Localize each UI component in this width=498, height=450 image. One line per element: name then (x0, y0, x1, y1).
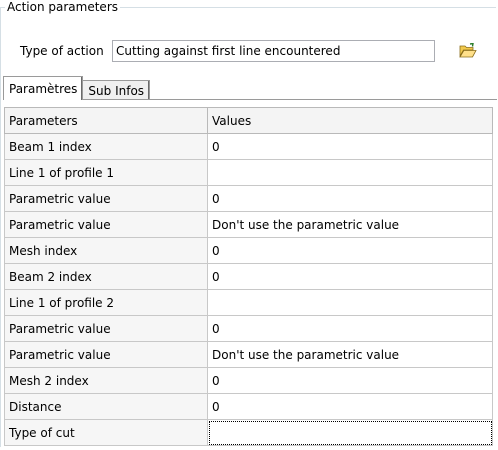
param-cell[interactable]: Beam 1 index (4, 133, 208, 160)
value-cell[interactable] (207, 159, 493, 186)
param-cell[interactable]: Distance (4, 393, 208, 420)
param-cell[interactable]: Parametric value (4, 341, 208, 368)
table-row[interactable]: Parametric value 0 (4, 185, 493, 212)
value-cell[interactable]: 0 (207, 185, 493, 212)
value-cell[interactable]: 0 (207, 393, 493, 420)
browse-action-button[interactable] (456, 40, 480, 62)
tab-parametres[interactable]: Paramètres (3, 76, 84, 100)
table-row[interactable]: Parametric value Don't use the parametri… (4, 341, 493, 368)
groupbox-title: Action parameters (5, 0, 120, 14)
value-cell[interactable]: 0 (207, 367, 493, 394)
param-cell[interactable]: Mesh index (4, 237, 208, 264)
type-of-action-row: Type of action (20, 40, 108, 62)
param-cell[interactable]: Parametric value (4, 185, 208, 212)
type-of-action-field[interactable] (112, 40, 435, 62)
value-cell[interactable]: 0 (207, 315, 493, 342)
param-cell[interactable]: Line 1 of profile 1 (4, 159, 208, 186)
param-cell[interactable]: Type of cut (4, 419, 208, 446)
value-cell[interactable] (207, 289, 493, 316)
grid-header-row: Parameters Values (4, 107, 493, 134)
param-cell[interactable]: Beam 2 index (4, 263, 208, 290)
type-of-action-label: Type of action (20, 44, 104, 58)
value-cell[interactable]: 0 (207, 263, 493, 290)
table-row[interactable]: Type of cut Cut against the line (4, 419, 493, 446)
type-of-cut-dropdown[interactable]: Cut against the line (207, 419, 493, 446)
value-cell[interactable]: 0 (207, 133, 493, 160)
table-row[interactable]: Mesh index 0 (4, 237, 493, 264)
table-row[interactable]: Distance 0 (4, 393, 493, 420)
table-row[interactable]: Line 1 of profile 1 (4, 159, 493, 186)
parameters-grid: Parameters Values Beam 1 index 0 Line 1 … (4, 107, 493, 446)
value-cell[interactable]: Don't use the parametric value (207, 211, 493, 238)
folder-open-icon (459, 43, 477, 58)
param-cell[interactable]: Parametric value (4, 315, 208, 342)
param-cell[interactable]: Line 1 of profile 2 (4, 289, 208, 316)
value-cell[interactable]: Don't use the parametric value (207, 341, 493, 368)
tab-sub-infos[interactable]: Sub Infos (82, 80, 151, 100)
table-row[interactable]: Beam 1 index 0 (4, 133, 493, 160)
table-row[interactable]: Line 1 of profile 2 (4, 289, 493, 316)
value-cell[interactable]: 0 (207, 237, 493, 264)
table-row[interactable]: Mesh 2 index 0 (4, 367, 493, 394)
param-cell[interactable]: Mesh 2 index (4, 367, 208, 394)
header-values[interactable]: Values (207, 107, 493, 134)
tab-strip: Paramètres Sub Infos (3, 76, 151, 100)
header-parameters[interactable]: Parameters (4, 107, 208, 134)
table-row[interactable]: Parametric value 0 (4, 315, 493, 342)
table-row[interactable]: Beam 2 index 0 (4, 263, 493, 290)
param-cell[interactable]: Parametric value (4, 211, 208, 238)
table-row[interactable]: Parametric value Don't use the parametri… (4, 211, 493, 238)
